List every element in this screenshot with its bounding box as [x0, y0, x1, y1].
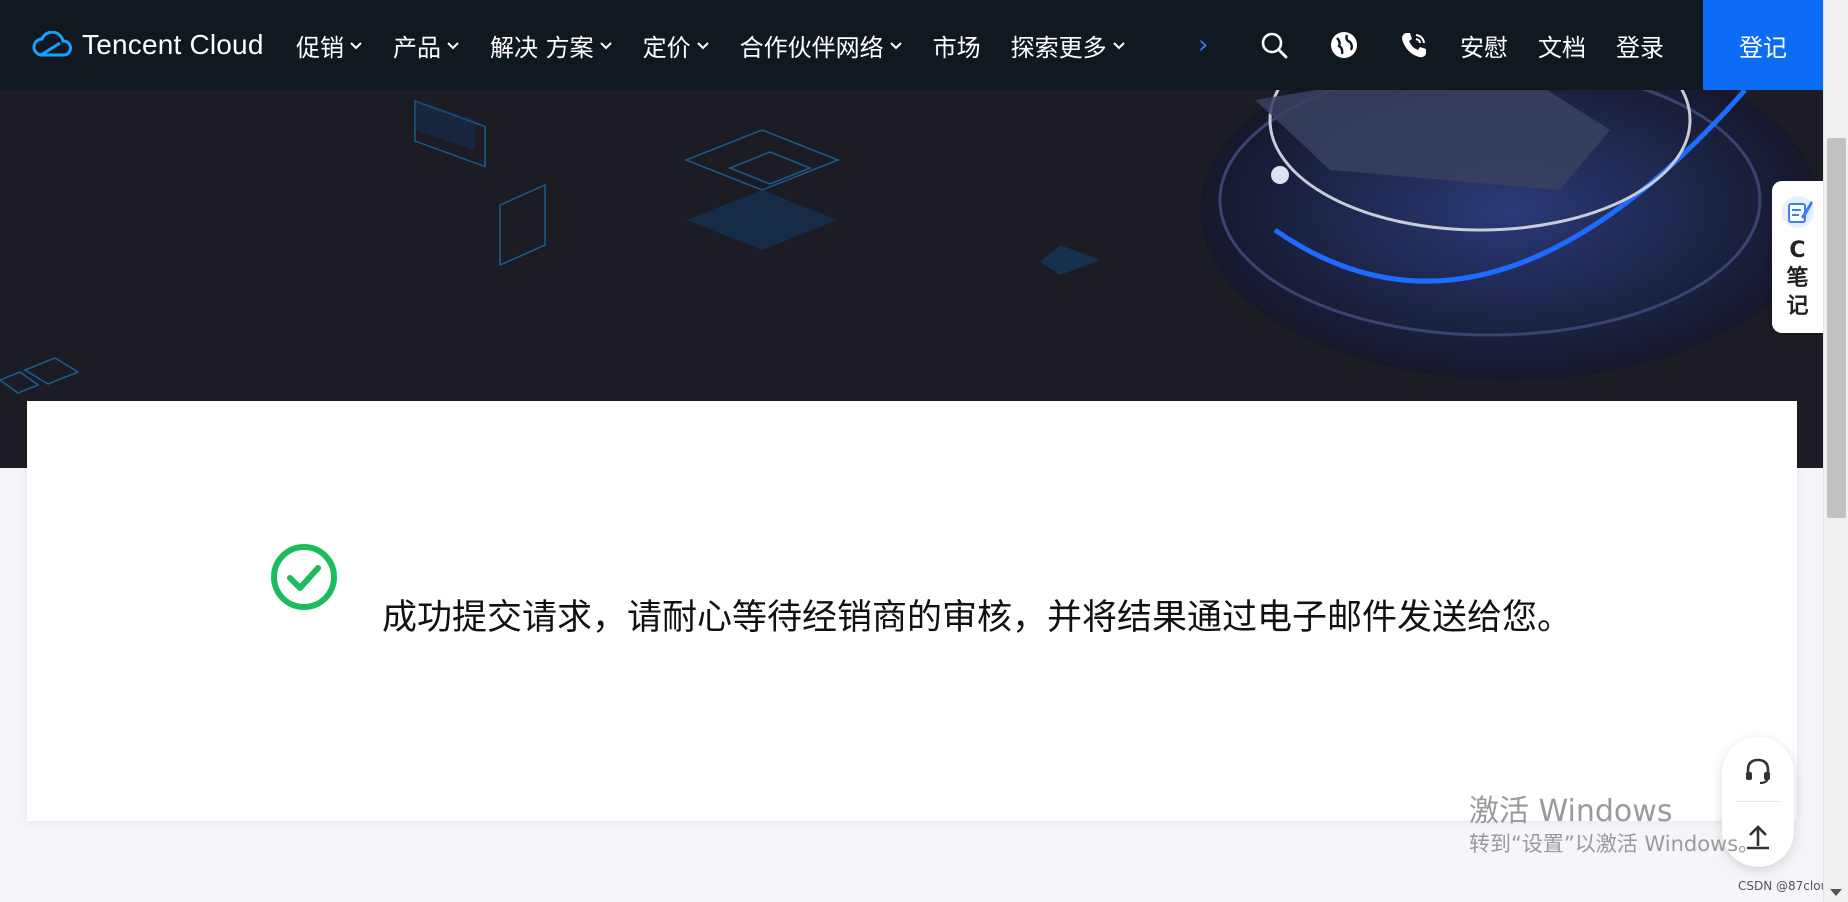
nav-item-label: 解决 方案: [490, 33, 594, 62]
signup-button[interactable]: 登记: [1703, 0, 1823, 90]
notes-label: C笔记: [1786, 238, 1809, 319]
windows-activation-hint: 转到“设置”以激活 Windows。: [1469, 832, 1760, 856]
chevron-down-icon: [350, 42, 362, 50]
primary-nav: 促销 产品 解决 方案 定价 合作伙伴网络 市场 探索更多: [296, 0, 1156, 90]
toolbar-divider: [1736, 801, 1780, 802]
nav-item-explore-more[interactable]: 探索更多: [1011, 28, 1126, 63]
nav-item-products[interactable]: 产品: [393, 28, 460, 63]
nav-link-docs[interactable]: 文档: [1538, 28, 1586, 63]
chevron-down-icon: [889, 42, 902, 50]
check-circle-icon: [271, 544, 337, 610]
nav-item-label: 产品: [393, 33, 441, 62]
scroll-down-arrow-icon[interactable]: [1830, 889, 1842, 896]
nav-scroll-right-button[interactable]: ›: [1198, 0, 1208, 90]
chevron-down-icon: [1112, 42, 1125, 50]
tencent-cloud-logo-icon: [32, 31, 72, 57]
nav-item-solutions[interactable]: 解决 方案: [490, 28, 613, 63]
brand-name: Tencent Cloud: [82, 29, 264, 60]
windows-activation-title: 激活 Windows: [1469, 794, 1673, 829]
nav-utilities: 安慰 文档 登录: [1256, 0, 1664, 90]
nav-item-label: 探索更多: [1010, 33, 1107, 62]
top-navigation-bar: Tencent Cloud 促销 产品 解决 方案 定价 合作伙伴网络 市场 探…: [0, 0, 1823, 90]
notes-icon: [1781, 196, 1814, 228]
nav-item-label: 定价: [642, 33, 691, 62]
globe-icon: [1331, 32, 1357, 58]
csdn-watermark: CSDN @87cloud: [1738, 879, 1836, 893]
search-icon: [1261, 32, 1288, 59]
nav-link-login[interactable]: 登录: [1616, 28, 1664, 63]
contact-phone-button[interactable]: [1396, 27, 1432, 63]
chevron-down-icon: [447, 42, 459, 50]
headset-icon: [1746, 758, 1770, 784]
vertical-scrollbar[interactable]: [1823, 0, 1848, 902]
nav-link-comfort[interactable]: 安慰: [1460, 28, 1508, 63]
nav-item-marketplace[interactable]: 市场: [933, 28, 981, 63]
nav-item-label: 市场: [932, 33, 981, 62]
scrollbar-thumb[interactable]: [1827, 138, 1846, 518]
nav-item-pricing[interactable]: 定价: [643, 28, 710, 63]
nav-item-label: 促销: [296, 33, 344, 62]
language-button[interactable]: [1326, 27, 1362, 63]
chevron-down-icon: [696, 42, 709, 50]
nav-item-partner-network[interactable]: 合作伙伴网络: [740, 28, 903, 63]
search-button[interactable]: [1256, 27, 1292, 63]
nav-item-label: 合作伙伴网络: [739, 33, 884, 62]
phone-icon: [1402, 33, 1426, 58]
notes-widget[interactable]: C笔记: [1772, 181, 1823, 333]
success-message: 成功提交请求，请耐心等待经销商的审核，并将结果通过电子邮件发送给您。: [382, 598, 1573, 638]
customer-service-button[interactable]: [1722, 741, 1794, 801]
result-card: 成功提交请求，请耐心等待经销商的审核，并将结果通过电子邮件发送给您。: [27, 401, 1797, 821]
nav-item-promotions[interactable]: 促销: [296, 28, 363, 63]
chevron-down-icon: [599, 42, 612, 50]
brand-logo[interactable]: Tencent Cloud: [32, 0, 264, 90]
